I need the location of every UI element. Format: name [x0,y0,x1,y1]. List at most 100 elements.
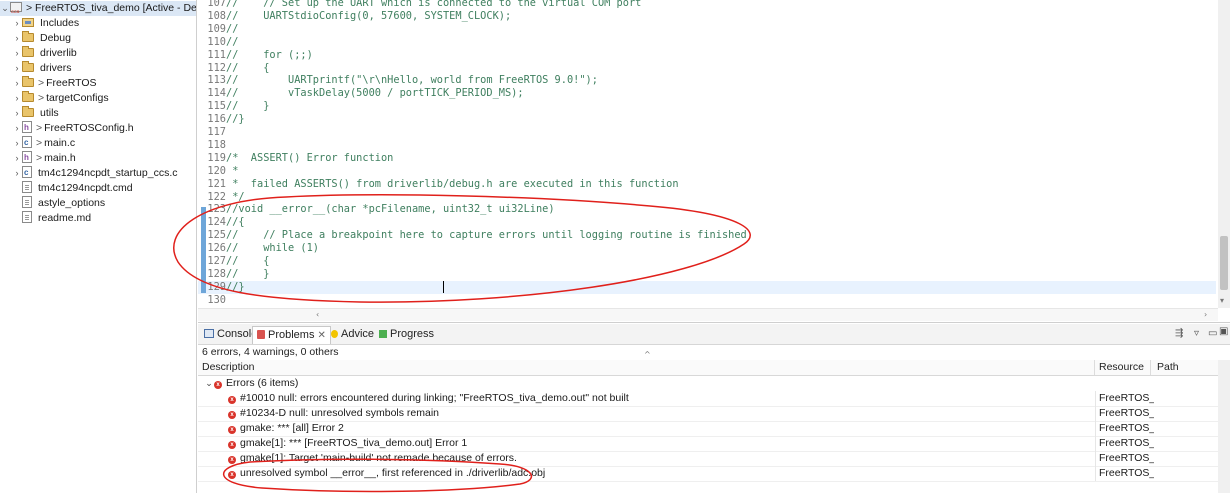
expand-group-icon[interactable]: ⌄ [204,376,214,391]
code-text: // for (;;) [226,48,313,61]
tree-item[interactable]: › >main.c [12,135,76,151]
problems-vertical-scrollbar[interactable] [1218,360,1230,493]
code-line[interactable]: 116//} [198,113,1216,126]
code-line[interactable]: 122 */ [198,191,1216,204]
expand-arrow-icon[interactable]: › [12,91,22,106]
tree-item[interactable]: › Includes [12,16,80,31]
sort-caret-icon: ^ [644,350,651,359]
tree-item[interactable]: › > targetConfigs [12,91,109,106]
code-line[interactable]: 107// // Set up the UART which is connec… [198,0,1216,10]
view-menu-icon[interactable]: ▿ [1194,328,1199,339]
code-text: // UARTprintf("\r\nHello, world from Fre… [226,74,598,87]
code-line[interactable]: 127// { [198,255,1216,268]
code-line[interactable]: 108// UARTStdioConfig(0, 57600, SYSTEM_C… [198,10,1216,23]
problem-row[interactable]: x gmake[1]: Target 'main-build' not remad… [198,451,1218,467]
column-path[interactable]: Path [1153,360,1217,375]
file-icon [22,211,32,223]
collapse-arrow-icon[interactable]: ⌄ [0,1,10,16]
line-number: 116 [207,113,226,126]
tab-problems[interactable]: Problems ✕ [252,326,331,344]
code-text: // { [226,255,270,267]
code-text: //} [226,280,245,293]
code-line[interactable]: 110// [198,36,1216,49]
tree-item[interactable]: › utils [12,106,59,121]
code-line[interactable]: 128// } [198,268,1216,281]
code-text: // // Set up the UART which is connected… [226,0,642,9]
tree-item[interactable]: › drivers [12,61,72,76]
expand-arrow-icon[interactable]: › [12,151,22,166]
tree-item-label: driverlib [40,47,77,59]
problem-row[interactable]: x unresolved symbol __error__, first refe… [198,466,1218,482]
code-line[interactable]: 120 * [198,165,1216,178]
tree-item[interactable]: astyle_options [12,196,105,211]
tree-item[interactable]: › driverlib [12,46,77,61]
expand-arrow-icon[interactable]: › [12,61,22,76]
expand-arrow-icon[interactable]: › [12,121,22,136]
code-line[interactable]: 113// UARTprintf("\r\nHello, world from … [198,74,1216,87]
code-line[interactable]: 125// // Place a breakpoint here to capt… [198,229,1216,242]
scroll-right-icon[interactable]: › [1204,309,1207,321]
code-line[interactable]: 111// for (;;) [198,49,1216,62]
problem-row[interactable]: x gmake: *** [all] Error 2 FreeRTOS_t... [198,421,1218,437]
error-icon: x [228,411,236,419]
scroll-down-icon[interactable]: ▾ [1220,295,1224,307]
code-line[interactable]: 114// vTaskDelay(5000 / portTICK_PERIOD_… [198,87,1216,100]
tree-project-root[interactable]: ⌄ > FreeRTOS_tiva_demo [Active - Debug] [0,1,196,19]
maximize-icon[interactable]: ▣ [1219,326,1228,337]
tree-item-label: tm4c1294ncpdt.cmd [38,182,133,194]
column-resource[interactable]: Resource [1095,360,1151,375]
tree-item[interactable]: › >FreeRTOSConfig.h [12,120,134,136]
tree-item[interactable]: › Debug [12,31,71,46]
code-line[interactable]: 112// { [198,62,1216,75]
folder-icon [22,106,34,117]
code-line[interactable]: 117 [198,126,1216,139]
editor-scroll-thumb[interactable] [1220,236,1228,290]
scroll-left-icon[interactable]: ‹ [316,309,319,321]
expand-arrow-icon[interactable]: › [12,106,22,121]
problem-resource: FreeRTOS_t... [1095,421,1154,436]
minimize-icon[interactable]: ▭ [1208,328,1217,339]
expand-arrow-icon[interactable]: › [12,136,22,151]
problem-row[interactable]: x #10010 null: errors encountered during … [198,391,1218,407]
code-line[interactable]: 109// [198,23,1216,36]
code-line[interactable]: 124//{ [198,216,1216,229]
tree-item[interactable]: › > FreeRTOS [12,76,97,91]
expand-arrow-icon[interactable]: › [12,31,22,46]
errors-group-row[interactable]: ⌄ x Errors (6 items) [198,376,1218,391]
code-line[interactable]: 130 [198,294,1216,307]
close-tab-icon[interactable]: ✕ [317,330,325,341]
problem-row[interactable]: x #10234-D null: unresolved symbols remai… [198,406,1218,422]
code-line[interactable]: 129//} [198,280,1216,294]
editor-horizontal-scrollbar[interactable]: ‹ › [198,308,1218,321]
code-line[interactable]: 118 [198,139,1216,152]
code-text: // [226,22,239,35]
expand-arrow-icon[interactable]: › [12,76,22,91]
tree-item-label: FreeRTOSConfig.h [44,122,134,134]
project-icon [10,2,22,19]
code-line[interactable]: 119/* ASSERT() Error function [198,152,1216,165]
editor-vertical-scrollbar[interactable]: ▾ [1218,0,1230,308]
code-line[interactable]: 123//void __error__(char *pcFilename, ui… [198,203,1216,216]
focus-on-workspace-icon[interactable]: ⇶ [1175,328,1183,339]
code-line[interactable]: 126// while (1) [198,242,1216,255]
problem-row[interactable]: x gmake[1]: *** [FreeRTOS_tiva_demo.out] … [198,436,1218,452]
tree-item[interactable]: › tm4c1294ncpdt_startup_ccs.c [12,165,178,181]
code-line[interactable]: 115// } [198,100,1216,113]
expand-arrow-icon[interactable]: › [12,46,22,61]
line-number: 117 [207,126,226,138]
expand-arrow-icon[interactable]: › [12,16,22,31]
tree-item-label: FreeRTOS [46,77,97,89]
line-number: 119 [207,151,226,164]
tree-item[interactable]: tm4c1294ncpdt.cmd [12,181,133,196]
column-description[interactable]: Description [198,360,1095,375]
tree-item[interactable]: readme.md [12,211,91,226]
tab-progress[interactable]: Progress [375,326,438,343]
expand-arrow-icon[interactable]: › [12,166,22,181]
problem-resource: FreeRTOS_t... [1095,406,1154,421]
tree-item[interactable]: › >main.h [12,150,76,166]
code-line[interactable]: 121 * failed ASSERTS() from driverlib/de… [198,178,1216,191]
folder-icon [22,91,34,102]
code-editor[interactable]: 107// // Set up the UART which is connec… [198,0,1230,323]
tab-advice[interactable]: Advice [327,326,378,343]
folder-icon [22,31,34,42]
